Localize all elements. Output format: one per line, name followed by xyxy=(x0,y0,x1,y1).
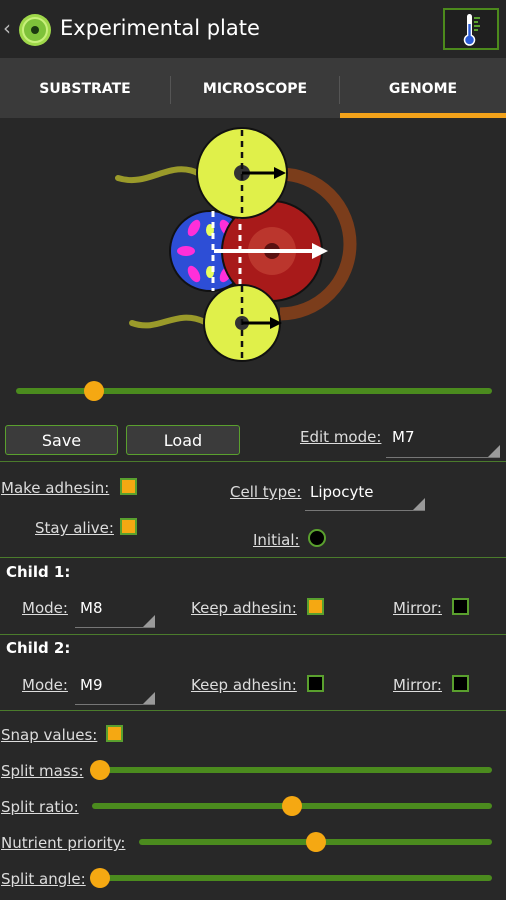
edit-mode-label: Edit mode: xyxy=(300,428,382,446)
tab-microscope[interactable]: MICROSCOPE xyxy=(171,60,339,118)
cell-logo-icon[interactable] xyxy=(18,13,52,47)
snap-values-label: Snap values: xyxy=(1,726,98,744)
initial-label: Initial: xyxy=(253,531,300,549)
tab-genome[interactable]: GENOME xyxy=(340,60,506,118)
split-mass-track[interactable] xyxy=(90,767,492,773)
top-bar: ‹ Experimental plate xyxy=(0,0,506,60)
edit-mode-value[interactable]: M7 xyxy=(392,428,415,446)
split-mass-label: Split mass: xyxy=(1,762,84,780)
split-ratio-label: Split ratio: xyxy=(1,798,79,816)
child2-keep-adhesin-label: Keep adhesin: xyxy=(191,676,297,694)
nutrient-priority-thumb[interactable] xyxy=(305,832,326,852)
divider xyxy=(0,710,506,711)
split-angle-thumb[interactable] xyxy=(90,868,110,888)
stay-alive-label: Stay alive: xyxy=(35,519,114,537)
stay-alive-checkbox[interactable] xyxy=(120,518,137,535)
chevron-left-icon[interactable]: ‹ xyxy=(3,16,11,40)
dropdown-arrow-icon[interactable] xyxy=(143,692,155,704)
child2-mode-underline xyxy=(75,704,155,705)
dropdown-arrow-icon[interactable] xyxy=(488,445,500,457)
edit-mode-underline xyxy=(386,457,500,458)
child1-mirror-checkbox[interactable] xyxy=(452,598,469,615)
thermometer-button[interactable] xyxy=(443,8,499,50)
thermometer-icon xyxy=(463,14,480,46)
child2-title: Child 2: xyxy=(6,639,71,657)
child2-keep-adhesin-checkbox[interactable] xyxy=(307,675,324,692)
child2-mode-value[interactable]: M9 xyxy=(80,676,103,694)
child2-mirror-label: Mirror: xyxy=(393,676,442,694)
divider xyxy=(0,461,506,462)
cell-type-underline xyxy=(305,510,425,511)
dropdown-arrow-icon[interactable] xyxy=(143,615,155,627)
tab-substrate[interactable]: SUBSTRATE xyxy=(0,60,170,118)
nutrient-priority-label: Nutrient priority: xyxy=(1,834,126,852)
snap-values-checkbox[interactable] xyxy=(106,725,123,742)
child1-mode-underline xyxy=(75,627,155,628)
child1-mode-value[interactable]: M8 xyxy=(80,599,103,617)
initial-radio[interactable] xyxy=(308,529,326,547)
split-angle-label: Split angle: xyxy=(1,870,86,888)
child1-keep-adhesin-label: Keep adhesin: xyxy=(191,599,297,617)
cell-type-value[interactable]: Lipocyte xyxy=(310,483,373,501)
child1-mode-label: Mode: xyxy=(22,599,68,617)
split-angle-track[interactable] xyxy=(90,875,492,881)
split-ratio-thumb[interactable] xyxy=(282,796,302,816)
divider xyxy=(0,634,506,635)
divider xyxy=(0,557,506,558)
save-button[interactable]: Save xyxy=(5,425,118,455)
make-adhesin-label: Make adhesin: xyxy=(1,479,110,497)
split-mass-thumb[interactable] xyxy=(90,760,110,780)
child2-mode-label: Mode: xyxy=(22,676,68,694)
page-title: Experimental plate xyxy=(60,16,260,40)
dropdown-arrow-icon[interactable] xyxy=(413,498,425,510)
child1-mirror-label: Mirror: xyxy=(393,599,442,617)
cell-preview xyxy=(115,127,357,362)
load-button[interactable]: Load xyxy=(126,425,240,455)
child1-keep-adhesin-checkbox[interactable] xyxy=(307,598,324,615)
tab-bar: SUBSTRATE MICROSCOPE GENOME xyxy=(0,60,506,118)
cell-type-label: Cell type: xyxy=(230,483,302,501)
child2-mirror-checkbox[interactable] xyxy=(452,675,469,692)
make-adhesin-checkbox[interactable] xyxy=(120,478,137,495)
child1-title: Child 1: xyxy=(6,563,71,581)
preview-slider-thumb[interactable] xyxy=(84,381,105,401)
